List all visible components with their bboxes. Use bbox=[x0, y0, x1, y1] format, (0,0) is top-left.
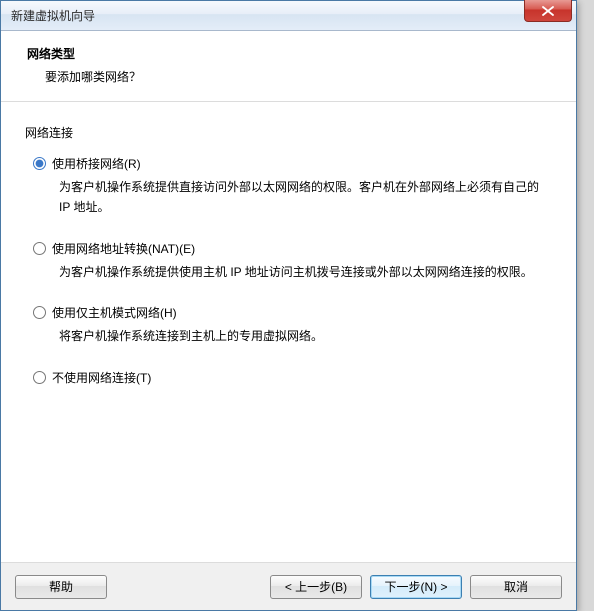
option-nat-row[interactable]: 使用网络地址转换(NAT)(E) bbox=[33, 240, 552, 257]
option-bridged-label: 使用桥接网络(R) bbox=[52, 155, 141, 172]
radio-hostonly[interactable] bbox=[33, 306, 46, 319]
wizard-content: 网络连接 使用桥接网络(R) 为客户机操作系统提供直接访问外部以太网网络的权限。… bbox=[1, 102, 576, 574]
wizard-header: 网络类型 要添加哪类网络？ bbox=[1, 31, 576, 102]
option-bridged-desc: 为客户机操作系统提供直接访问外部以太网网络的权限。客户机在外部网络上必须有自己的… bbox=[33, 178, 552, 218]
network-radio-group: 使用桥接网络(R) 为客户机操作系统提供直接访问外部以太网网络的权限。客户机在外… bbox=[25, 155, 552, 386]
option-nat-desc: 为客户机操作系统提供使用主机 IP 地址访问主机拨号连接或外部以太网网络连接的权… bbox=[33, 263, 552, 283]
page-title: 网络类型 bbox=[27, 45, 550, 62]
option-hostonly-row[interactable]: 使用仅主机模式网络(H) bbox=[33, 304, 552, 321]
option-hostonly-label: 使用仅主机模式网络(H) bbox=[52, 304, 177, 321]
option-bridged: 使用桥接网络(R) 为客户机操作系统提供直接访问外部以太网网络的权限。客户机在外… bbox=[33, 155, 552, 218]
section-label: 网络连接 bbox=[25, 124, 552, 141]
option-bridged-row[interactable]: 使用桥接网络(R) bbox=[33, 155, 552, 172]
option-none-label: 不使用网络连接(T) bbox=[52, 369, 151, 386]
cancel-button[interactable]: 取消 bbox=[470, 575, 562, 599]
next-button[interactable]: 下一步(N) > bbox=[370, 575, 462, 599]
radio-none[interactable] bbox=[33, 371, 46, 384]
close-icon bbox=[542, 6, 554, 16]
option-nat: 使用网络地址转换(NAT)(E) 为客户机操作系统提供使用主机 IP 地址访问主… bbox=[33, 240, 552, 283]
radio-nat[interactable] bbox=[33, 242, 46, 255]
wizard-dialog: 新建虚拟机向导 网络类型 要添加哪类网络？ 网络连接 使用桥接网络(R) 为客户… bbox=[0, 0, 577, 611]
option-hostonly: 使用仅主机模式网络(H) 将客户机操作系统连接到主机上的专用虚拟网络。 bbox=[33, 304, 552, 347]
window-title: 新建虚拟机向导 bbox=[11, 7, 576, 24]
option-none: 不使用网络连接(T) bbox=[33, 369, 552, 386]
option-nat-label: 使用网络地址转换(NAT)(E) bbox=[52, 240, 195, 257]
close-button[interactable] bbox=[524, 0, 572, 22]
titlebar: 新建虚拟机向导 bbox=[1, 1, 576, 31]
help-button[interactable]: 帮助 bbox=[15, 575, 107, 599]
option-none-row[interactable]: 不使用网络连接(T) bbox=[33, 369, 552, 386]
back-button[interactable]: < 上一步(B) bbox=[270, 575, 362, 599]
wizard-footer: 帮助 < 上一步(B) 下一步(N) > 取消 bbox=[1, 562, 576, 610]
option-hostonly-desc: 将客户机操作系统连接到主机上的专用虚拟网络。 bbox=[33, 327, 552, 347]
radio-bridged[interactable] bbox=[33, 157, 46, 170]
page-subtitle: 要添加哪类网络？ bbox=[27, 68, 550, 85]
